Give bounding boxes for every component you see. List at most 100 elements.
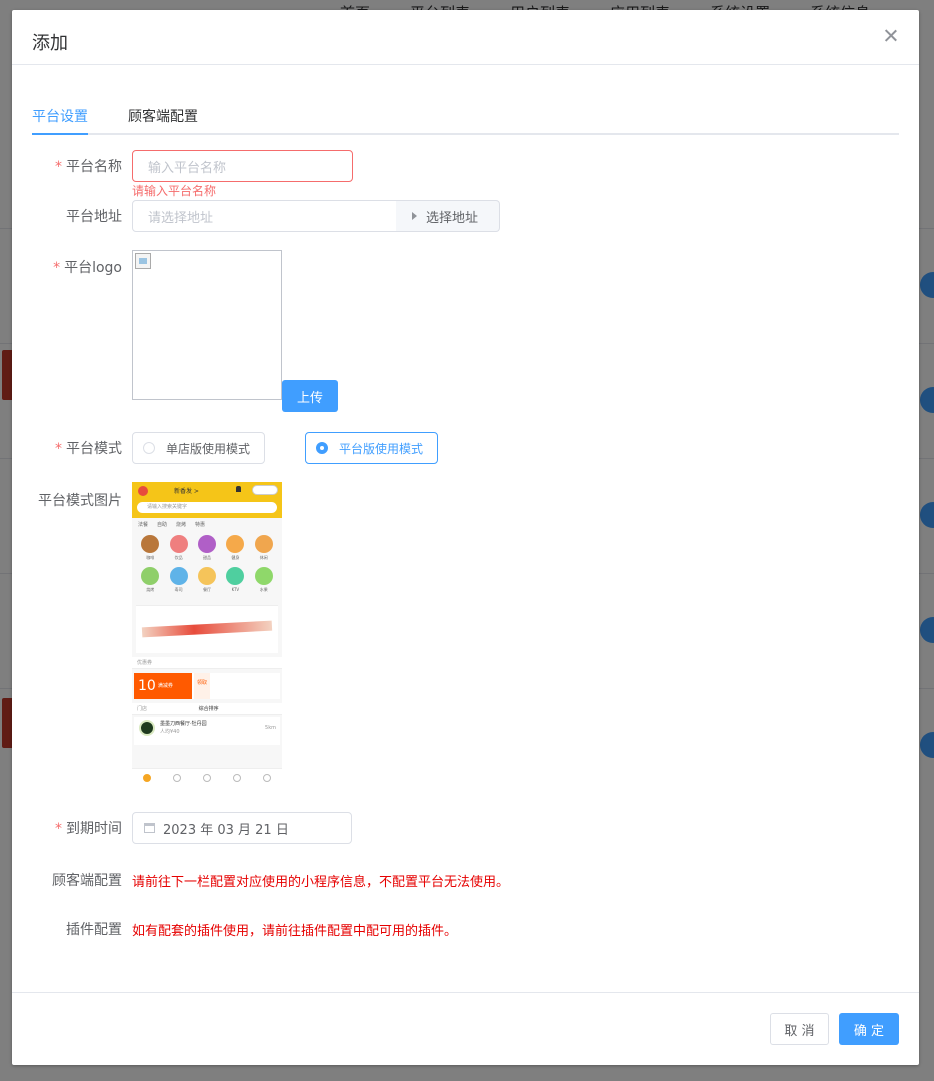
platform-name-error: 请输入平台名称: [132, 184, 217, 198]
preview-grid-item: 休闲: [250, 535, 278, 561]
preview-grid-label: 水果: [259, 587, 268, 592]
preview-shop-section-title: 门店: [137, 706, 148, 712]
preview-grid-item: 餐厅: [193, 567, 221, 593]
platform-address-input[interactable]: 请选择地址: [132, 200, 397, 232]
preview-category-icon: [197, 567, 216, 585]
radio-label: 单店版使用模式: [166, 441, 251, 456]
preview-coupon-main: 10 满减券: [134, 673, 192, 699]
add-platform-dialog: 添加 平台设置 顾客端配置 * 平台名称 输入平台名称 请输入平台名称 平台地址 …: [12, 10, 919, 1065]
preview-category: 法餐: [138, 522, 149, 528]
platform-mode-label-text: 平台模式: [66, 441, 122, 457]
message-icon: [233, 773, 241, 782]
preview-grid-label: 寿司: [174, 587, 183, 592]
preview-banner: [136, 605, 278, 653]
mode-image-label: 平台模式图片: [38, 493, 122, 509]
preview-location: 新香发 >: [174, 488, 199, 495]
preview-grid-item: 咖啡: [136, 535, 164, 561]
radio-single-store-mode[interactable]: 单店版使用模式: [132, 432, 265, 464]
platform-name-input[interactable]: 输入平台名称: [132, 150, 353, 182]
profile-icon: [263, 773, 271, 782]
radio-label: 平台版使用模式: [339, 441, 424, 456]
preview-coupon: 10 满减券 领取: [134, 673, 280, 699]
preview-grid-label: 健身: [231, 555, 240, 560]
platform-address-placeholder: 请选择地址: [148, 210, 214, 226]
bell-icon: [236, 486, 241, 492]
tab-client-config[interactable]: 顾客端配置: [128, 106, 198, 126]
preview-coupon-side: 领取: [194, 673, 210, 699]
platform-mode-label: * 平台模式: [12, 438, 122, 458]
capsule-menu-icon: [252, 485, 278, 495]
dialog-header: 添加: [12, 10, 919, 65]
upload-logo-button[interactable]: 上传: [282, 380, 338, 412]
preview-shop-sort: 综合排序: [198, 706, 219, 712]
preview-shop-avatar: [139, 720, 155, 736]
required-asterisk: *: [55, 441, 62, 457]
preview-grid-label: 咖啡: [146, 555, 155, 560]
preview-grid-label: 甜品: [202, 555, 211, 560]
preview-grid-item: 健身: [221, 535, 249, 561]
preview-shop-distance: 5km: [265, 725, 276, 731]
select-address-button[interactable]: 选择地址: [396, 200, 500, 232]
preview-grid-label: 餐厅: [202, 587, 211, 592]
home-icon: [143, 773, 151, 782]
broken-image-icon: [135, 253, 151, 269]
required-asterisk: *: [53, 260, 61, 276]
preview-coupon-amount: 10: [138, 678, 156, 694]
preview-grid-label: 饮品: [174, 555, 183, 560]
preview-shop-item: 墨墨刀西餐厅·牡丹园 人均¥40 5km: [134, 717, 280, 745]
expire-date-picker[interactable]: 2023 年 03 月 21 日: [132, 812, 352, 844]
platform-name-label: * 平台名称: [12, 156, 122, 176]
preview-grid-item: 甜品: [193, 535, 221, 561]
radio-icon: [143, 442, 155, 454]
close-icon[interactable]: [883, 28, 899, 44]
mode-preview-image: 新香发 > 请输入搜索关键字 法餐 自助 烧烤 特惠 咖啡 饮品 甜品 健身 休闲 烧烤寿…: [132, 482, 282, 786]
order-icon: [173, 773, 181, 782]
tab-platform-settings[interactable]: 平台设置: [32, 106, 88, 126]
preview-category-icon: [169, 535, 188, 553]
preview-logo: [138, 486, 148, 496]
platform-name-placeholder: 输入平台名称: [148, 160, 227, 176]
preview-grid-label: KTV: [231, 587, 240, 592]
preview-grid-label: 休闲: [259, 555, 268, 560]
required-asterisk: *: [55, 821, 62, 837]
preview-search: 请输入搜索关键字: [137, 502, 277, 513]
footer-divider: [12, 992, 919, 993]
preview-category-icon: [197, 535, 216, 553]
preview-grid-item: 水果: [250, 567, 278, 593]
cancel-button[interactable]: 取 消: [770, 1013, 829, 1045]
preview-category-icon: [226, 535, 245, 553]
dialog-tabs: 平台设置 顾客端配置: [32, 104, 899, 135]
preview-coupon-text: 满减券: [157, 683, 173, 689]
calendar-icon: [144, 823, 155, 833]
preview-shop-name: 墨墨刀西餐厅·牡丹园: [160, 721, 207, 727]
preview-category-icon: [226, 567, 245, 585]
radio-checked-icon: [316, 442, 328, 454]
dialog-title: 添加: [32, 33, 68, 54]
confirm-button[interactable]: 确 定: [839, 1013, 899, 1045]
preview-categories: 法餐 自助 烧烤 特惠: [132, 518, 282, 531]
preview-shop-meta: 人均¥40: [160, 729, 180, 735]
client-config-hint: 请前往下一栏配置对应使用的小程序信息，不配置平台无法使用。: [132, 875, 510, 890]
preview-grid-label: 烧烤: [146, 587, 155, 592]
preview-category: 烧烤: [176, 522, 187, 528]
expire-time-label-text: 到期时间: [66, 821, 122, 837]
platform-name-label-text: 平台名称: [66, 159, 122, 175]
discover-icon: [203, 773, 211, 782]
logo-preview: [132, 250, 282, 400]
select-address-label: 选择地址: [426, 210, 479, 226]
platform-address-label: 平台地址: [66, 209, 122, 225]
preview-grid-item: 饮品: [164, 535, 192, 561]
active-tab-indicator: [32, 133, 88, 135]
preview-icon-grid: 咖啡 饮品 甜品 健身 休闲烧烤 寿司 餐厅 KTV 水果: [132, 531, 282, 597]
preview-category-icon: [254, 535, 273, 553]
preview-grid-item: 寿司: [164, 567, 192, 593]
platform-logo-label-text: 平台logo: [64, 260, 122, 276]
preview-category: 特惠: [195, 522, 206, 528]
preview-category-icon: [254, 567, 273, 585]
platform-logo-label: * 平台logo: [12, 257, 122, 277]
radio-platform-mode[interactable]: 平台版使用模式: [305, 432, 438, 464]
expire-time-label: * 到期时间: [12, 818, 122, 838]
preview-shop-section: 门店 综合排序: [132, 703, 282, 715]
preview-grid-item: KTV: [221, 567, 249, 593]
caret-right-icon: [412, 212, 417, 220]
